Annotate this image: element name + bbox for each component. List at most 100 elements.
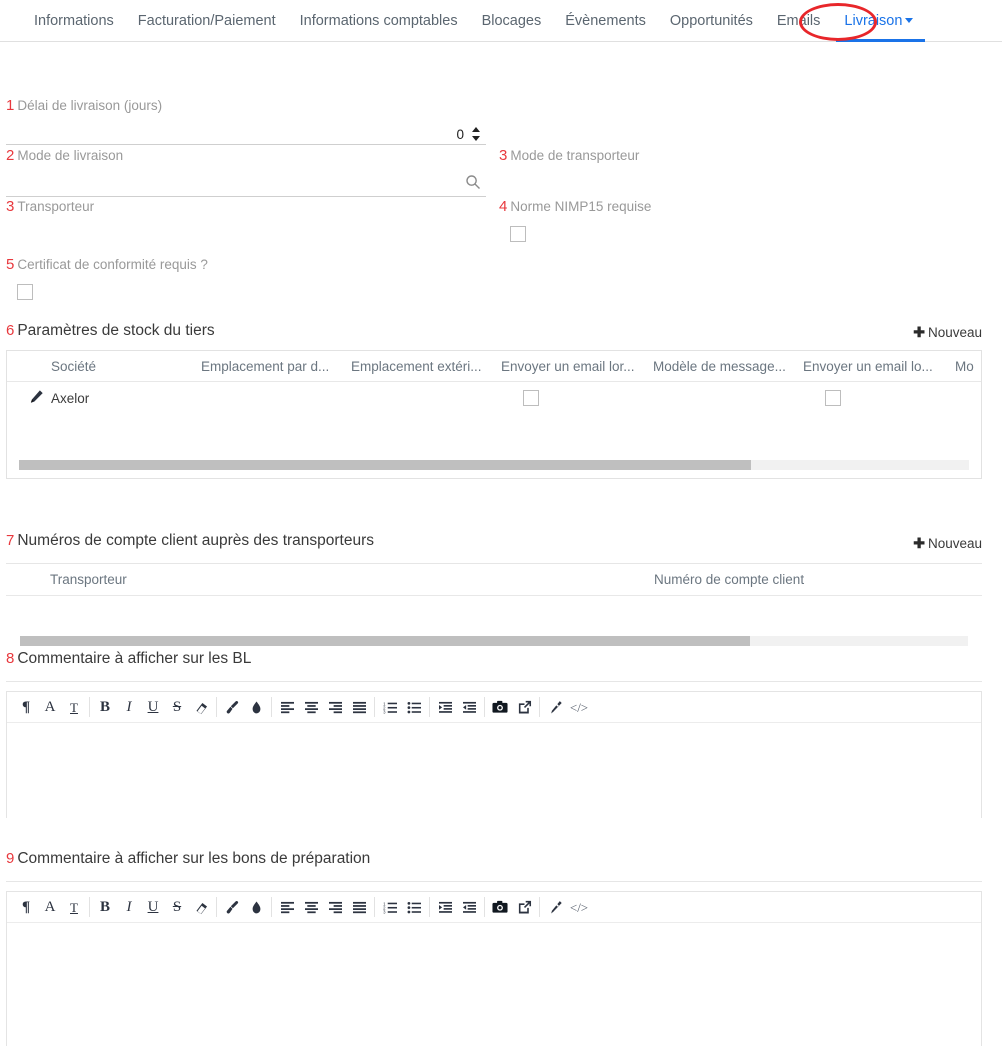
- eraser-icon[interactable]: [189, 696, 213, 718]
- underline-icon[interactable]: U: [141, 896, 165, 918]
- col-emplacement-exterieur[interactable]: Emplacement extéri...: [351, 359, 501, 374]
- field-label-row: 3 Transporteur: [6, 198, 486, 216]
- tab-blocages[interactable]: Blocages: [470, 1, 554, 41]
- align-right-icon[interactable]: [323, 696, 347, 718]
- tab-facturation-paiement[interactable]: Facturation/Paiement: [126, 1, 288, 41]
- align-right-icon[interactable]: [323, 896, 347, 918]
- align-center-icon[interactable]: [299, 896, 323, 918]
- ordered-list-icon[interactable]: 123: [378, 896, 402, 918]
- outdent-icon[interactable]: [457, 896, 481, 918]
- accounts-new-button[interactable]: ✚ Nouveau: [913, 535, 982, 552]
- col-mo[interactable]: Mo: [955, 359, 981, 374]
- magic-wand-icon[interactable]: [543, 696, 567, 718]
- editor-commentaire-bl[interactable]: ¶ A T B I U S 1 2 3 </>: [6, 691, 982, 819]
- droplet-icon[interactable]: [244, 696, 268, 718]
- editor-body-commentaire-preparation[interactable]: [7, 923, 981, 1047]
- row-checkbox-email-2[interactable]: [825, 390, 841, 406]
- align-left-icon[interactable]: [275, 896, 299, 918]
- stock-new-button[interactable]: ✚ Nouveau: [913, 324, 982, 341]
- field-label: Mode de transporteur: [510, 148, 640, 163]
- align-left-icon[interactable]: [275, 696, 299, 718]
- toolbar-group-indent: [430, 897, 485, 917]
- italic-icon[interactable]: I: [117, 896, 141, 918]
- accounts-grid-hscrollbar[interactable]: [20, 636, 968, 646]
- code-icon[interactable]: </>: [567, 696, 591, 718]
- norme-nimp15-checkbox[interactable]: [510, 226, 526, 242]
- field-label-row: 3 Mode de transporteur: [499, 147, 979, 165]
- col-emplacement-defaut[interactable]: Emplacement par d...: [201, 359, 351, 374]
- accounts-grid-header: Transporteur Numéro de compte client: [6, 564, 982, 596]
- droplet-icon[interactable]: [244, 896, 268, 918]
- col-modele-message[interactable]: Modèle de message...: [653, 359, 803, 374]
- field-label-row: 4 Norme NIMP15 requise: [499, 198, 979, 216]
- stock-grid[interactable]: Société Emplacement par d... Emplacement…: [6, 350, 982, 479]
- outdent-icon[interactable]: [457, 696, 481, 718]
- font-size-icon[interactable]: T: [62, 896, 86, 918]
- editor-body-commentaire-bl[interactable]: [7, 723, 981, 819]
- brush-icon[interactable]: [220, 696, 244, 718]
- col-numero-compte-client[interactable]: Numéro de compte client: [654, 572, 982, 587]
- marker-1: 1: [6, 97, 15, 114]
- pencil-icon[interactable]: [7, 389, 51, 407]
- col-transporteur[interactable]: Transporteur: [50, 572, 654, 587]
- strikethrough-icon[interactable]: S: [165, 696, 189, 718]
- align-justify-icon[interactable]: [347, 696, 371, 718]
- tab-evenements[interactable]: Évènements: [553, 1, 658, 41]
- certificat-conformite-checkbox[interactable]: [17, 284, 33, 300]
- tab-bar: Informations Facturation/Paiement Inform…: [0, 0, 1002, 42]
- row-checkbox-email-1[interactable]: [523, 390, 539, 406]
- toolbar-group-insert: [485, 697, 540, 717]
- code-icon[interactable]: </>: [567, 896, 591, 918]
- section-title: Paramètres de stock du tiers: [17, 322, 215, 339]
- col-envoyer-email-2[interactable]: Envoyer un email lo...: [803, 359, 955, 374]
- toolbar-group-lists: 123: [375, 697, 430, 717]
- col-envoyer-email-1[interactable]: Envoyer un email lor...: [501, 359, 653, 374]
- unordered-list-icon[interactable]: [402, 896, 426, 918]
- ordered-list-icon[interactable]: 123: [378, 696, 402, 718]
- tab-label: Informations comptables: [299, 12, 458, 29]
- col-societe[interactable]: Société: [51, 359, 201, 374]
- toolbar-group-color: [217, 697, 272, 717]
- scrollbar-thumb[interactable]: [19, 460, 751, 470]
- section-header: 9 Commentaire à afficher sur les bons de …: [6, 850, 982, 874]
- align-center-icon[interactable]: [299, 696, 323, 718]
- bold-icon[interactable]: B: [93, 896, 117, 918]
- editor-commentaire-preparation[interactable]: ¶ A T B I U S 1 2 3 </>: [6, 891, 982, 1047]
- marker-5: 5: [6, 256, 15, 273]
- italic-icon[interactable]: I: [117, 696, 141, 718]
- eraser-icon[interactable]: [189, 896, 213, 918]
- bold-icon[interactable]: B: [93, 696, 117, 718]
- section-commentaire-bl: 8 Commentaire à afficher sur les BL ¶ A T…: [6, 650, 982, 819]
- brush-icon[interactable]: [220, 896, 244, 918]
- align-justify-icon[interactable]: [347, 896, 371, 918]
- tab-informations[interactable]: Informations: [22, 1, 126, 41]
- font-family-icon[interactable]: A: [38, 696, 62, 718]
- delai-livraison-input[interactable]: 0: [6, 120, 486, 145]
- scrollbar-thumb[interactable]: [20, 636, 750, 646]
- tab-label: Blocages: [481, 12, 542, 29]
- mode-livraison-input[interactable]: [6, 172, 486, 197]
- pilcrow-icon[interactable]: ¶: [14, 896, 38, 918]
- table-row[interactable]: Axelor: [7, 382, 981, 414]
- camera-icon[interactable]: [488, 696, 512, 718]
- magic-wand-icon[interactable]: [543, 896, 567, 918]
- font-family-icon[interactable]: A: [38, 896, 62, 918]
- indent-icon[interactable]: [433, 896, 457, 918]
- camera-icon[interactable]: [488, 896, 512, 918]
- tab-opportunites[interactable]: Opportunités: [658, 1, 765, 41]
- stepper-arrows-icon[interactable]: [470, 126, 482, 142]
- external-link-icon[interactable]: [512, 696, 536, 718]
- tab-livraison[interactable]: Livraison: [832, 1, 926, 42]
- external-link-icon[interactable]: [512, 896, 536, 918]
- search-icon[interactable]: [465, 174, 481, 195]
- font-size-icon[interactable]: T: [62, 696, 86, 718]
- stock-grid-hscrollbar[interactable]: [19, 460, 969, 470]
- indent-icon[interactable]: [433, 696, 457, 718]
- pilcrow-icon[interactable]: ¶: [14, 696, 38, 718]
- tab-informations-comptables[interactable]: Informations comptables: [288, 1, 470, 41]
- strikethrough-icon[interactable]: S: [165, 896, 189, 918]
- section-parametres-stock: 6 Paramètres de stock du tiers ✚ Nouveau S…: [6, 322, 982, 479]
- underline-icon[interactable]: U: [141, 696, 165, 718]
- tab-emails[interactable]: Emails: [765, 1, 833, 41]
- unordered-list-icon[interactable]: [402, 696, 426, 718]
